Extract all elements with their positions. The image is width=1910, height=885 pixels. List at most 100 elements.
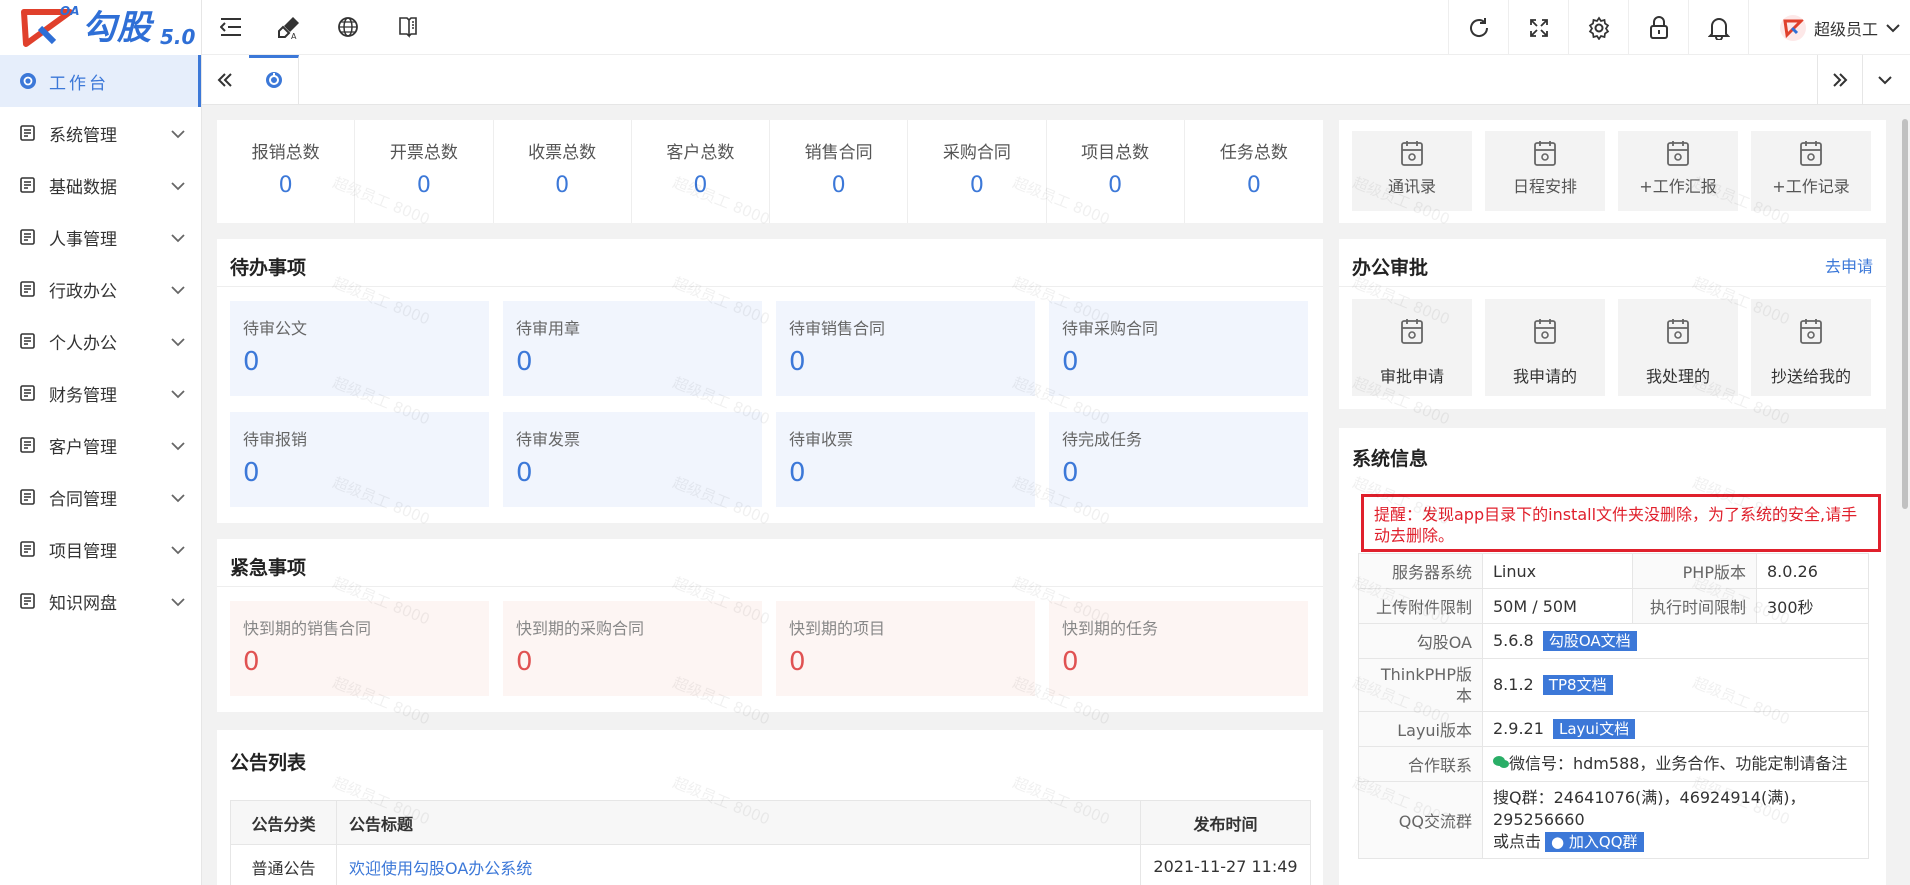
install-warning-alert: 提醒：发现app目录下的install文件夹没删除，为了系统的安全,请手动去删除… <box>1361 494 1881 552</box>
sidebar-item[interactable]: 客户管理 <box>0 419 201 471</box>
server-os-value: Linux <box>1482 553 1633 589</box>
todo-item[interactable]: 待审收票 0 <box>776 412 1035 507</box>
quick-link-label: +工作记录 <box>1772 177 1850 196</box>
quick-link[interactable]: +工作汇报 <box>1618 131 1738 211</box>
urgent-item[interactable]: 快到期的采购合同 0 <box>503 601 762 696</box>
thinkphp-cell: 8.1.2 TP8文档 <box>1482 658 1869 712</box>
todo-item[interactable]: 待审采购合同 0 <box>1049 301 1308 396</box>
tp8-doc-link[interactable]: TP8文档 <box>1542 675 1613 695</box>
top-bar: A 超级员工 <box>202 0 1910 55</box>
table-row[interactable]: 普通公告 欢迎使用勾股OA办公系统 2021-11-27 11:49 <box>230 844 1311 885</box>
todo-label: 待审用章 <box>516 319 581 338</box>
tabs-menu-chevron-icon[interactable] <box>1862 55 1907 105</box>
join-qq-label: 加入QQ群 <box>1568 833 1638 851</box>
column-header: 公告分类 <box>230 800 337 845</box>
stat-value: 0 <box>416 173 431 198</box>
gouguoa-doc-link[interactable]: 勾股OA文档 <box>1542 631 1637 651</box>
settings-gear-icon[interactable] <box>1568 0 1628 55</box>
stat-item[interactable]: 客户总数 0 <box>632 120 770 223</box>
todo-item[interactable]: 待审发票 0 <box>503 412 762 507</box>
todo-item[interactable]: 待审报销 0 <box>230 412 489 507</box>
urgent-label: 快到期的销售合同 <box>243 619 372 638</box>
quick-link[interactable]: 日程安排 <box>1485 131 1605 211</box>
clear-cache-brush-icon[interactable]: A <box>276 14 302 40</box>
approval-item[interactable]: 审批申请 <box>1352 299 1472 396</box>
todo-item[interactable]: 待完成任务 0 <box>1049 412 1308 507</box>
sidebar-item[interactable]: 财务管理 <box>0 367 201 419</box>
layui-cell: 2.9.21 Layui文档 <box>1482 711 1869 747</box>
approval-item[interactable]: 我处理的 <box>1618 299 1738 396</box>
todo-item[interactable]: 待审销售合同 0 <box>776 301 1035 396</box>
disk-icon <box>19 592 37 610</box>
contact-label: 合作联系 <box>1358 746 1483 782</box>
urgent-value: 0 <box>516 647 533 677</box>
urgent-item[interactable]: 快到期的任务 0 <box>1049 601 1308 696</box>
sidebar-item[interactable]: 人事管理 <box>0 211 201 263</box>
stat-item[interactable]: 报销总数 0 <box>217 120 356 223</box>
quick-link[interactable]: +工作记录 <box>1751 131 1871 211</box>
scrollbar[interactable] <box>1900 105 1910 885</box>
sidebar-item[interactable]: 个人办公 <box>0 315 201 367</box>
stat-item[interactable]: 开票总数 0 <box>355 120 494 223</box>
stat-item[interactable]: 收票总数 0 <box>494 120 632 223</box>
todo-value: 0 <box>1062 347 1079 377</box>
stat-item[interactable]: 销售合同 0 <box>770 120 909 223</box>
stat-item[interactable]: 采购合同 0 <box>908 120 1047 223</box>
approve-calendar-icon <box>1397 317 1427 347</box>
todo-item[interactable]: 待审公文 0 <box>230 301 489 396</box>
join-qq-button[interactable]: ● 加入QQ群 <box>1545 832 1644 852</box>
contract-icon <box>19 488 37 506</box>
todo-item[interactable]: 待审用章 0 <box>503 301 762 396</box>
sidebar-item[interactable]: 合同管理 <box>0 471 201 523</box>
user-menu[interactable]: 超级员工 <box>1779 0 1900 55</box>
todo-label: 待审公文 <box>243 319 308 338</box>
tab-home[interactable] <box>249 55 299 105</box>
scrollbar-thumb[interactable] <box>1902 119 1908 509</box>
stat-label: 销售合同 <box>804 143 873 163</box>
tabs-scroll-left-icon[interactable] <box>202 55 247 105</box>
collapse-menu-icon[interactable] <box>218 14 244 40</box>
book-icon[interactable] <box>395 14 421 40</box>
stat-label: 客户总数 <box>666 143 735 163</box>
sidebar-item[interactable]: 系统管理 <box>0 107 201 159</box>
sidebar-item[interactable]: 知识网盘 <box>0 575 201 627</box>
tabs-scroll-right-icon[interactable] <box>1817 55 1862 105</box>
stat-item[interactable]: 项目总数 0 <box>1047 120 1185 223</box>
todo-label: 待审收票 <box>789 430 854 449</box>
urgent-label: 快到期的任务 <box>1062 619 1159 638</box>
approval-item[interactable]: 我申请的 <box>1485 299 1605 396</box>
sidebar-item-label: 工作台 <box>49 73 109 94</box>
todo-value: 0 <box>789 458 806 488</box>
notice-title-link[interactable]: 欢迎使用勾股OA办公系统 <box>336 844 1141 885</box>
notice-time: 2021-11-27 11:49 <box>1140 844 1311 885</box>
stat-item[interactable]: 任务总数 0 <box>1185 120 1323 223</box>
sidebar-item[interactable]: 项目管理 <box>0 523 201 575</box>
fullscreen-icon[interactable] <box>1508 0 1568 55</box>
urgent-item[interactable]: 快到期的项目 0 <box>776 601 1035 696</box>
sidebar-item-label: 人事管理 <box>49 229 117 250</box>
sidebar-item[interactable]: 行政办公 <box>0 263 201 315</box>
apply-link[interactable]: 去申请 <box>1825 253 1873 277</box>
quick-link[interactable]: 通讯录 <box>1352 131 1472 211</box>
thinkphp-version: 8.1.2 <box>1493 675 1534 694</box>
notice-card: 公告列表 公告分类 公告标题 发布时间 普通公告 欢迎使用勾股OA办公系统 20… <box>217 730 1323 885</box>
lock-icon[interactable] <box>1628 0 1688 55</box>
logo[interactable]: OA 勾股 5.0 <box>0 0 201 55</box>
tab-bar <box>202 55 1910 105</box>
todo-title: 待办事项 <box>230 257 307 279</box>
urgent-item[interactable]: 快到期的销售合同 0 <box>230 601 489 696</box>
urgent-value: 0 <box>243 647 260 677</box>
approval-label: 抄送给我的 <box>1770 367 1851 386</box>
sidebar-item[interactable]: 基础数据 <box>0 159 201 211</box>
layui-doc-link[interactable]: Layui文档 <box>1552 719 1636 739</box>
sidebar-item[interactable]: 工作台 <box>0 55 201 107</box>
bell-icon[interactable] <box>1688 0 1748 55</box>
php-value: 8.0.26 <box>1756 553 1869 589</box>
approval-title: 办公审批 <box>1352 257 1429 279</box>
upload-label: 上传附件限制 <box>1358 588 1483 624</box>
system-gear-icon <box>19 124 37 142</box>
refresh-icon[interactable] <box>1448 0 1508 55</box>
globe-icon[interactable] <box>335 14 361 40</box>
approval-item[interactable]: 抄送给我的 <box>1751 299 1871 396</box>
sidebar-item-label: 项目管理 <box>49 541 117 562</box>
